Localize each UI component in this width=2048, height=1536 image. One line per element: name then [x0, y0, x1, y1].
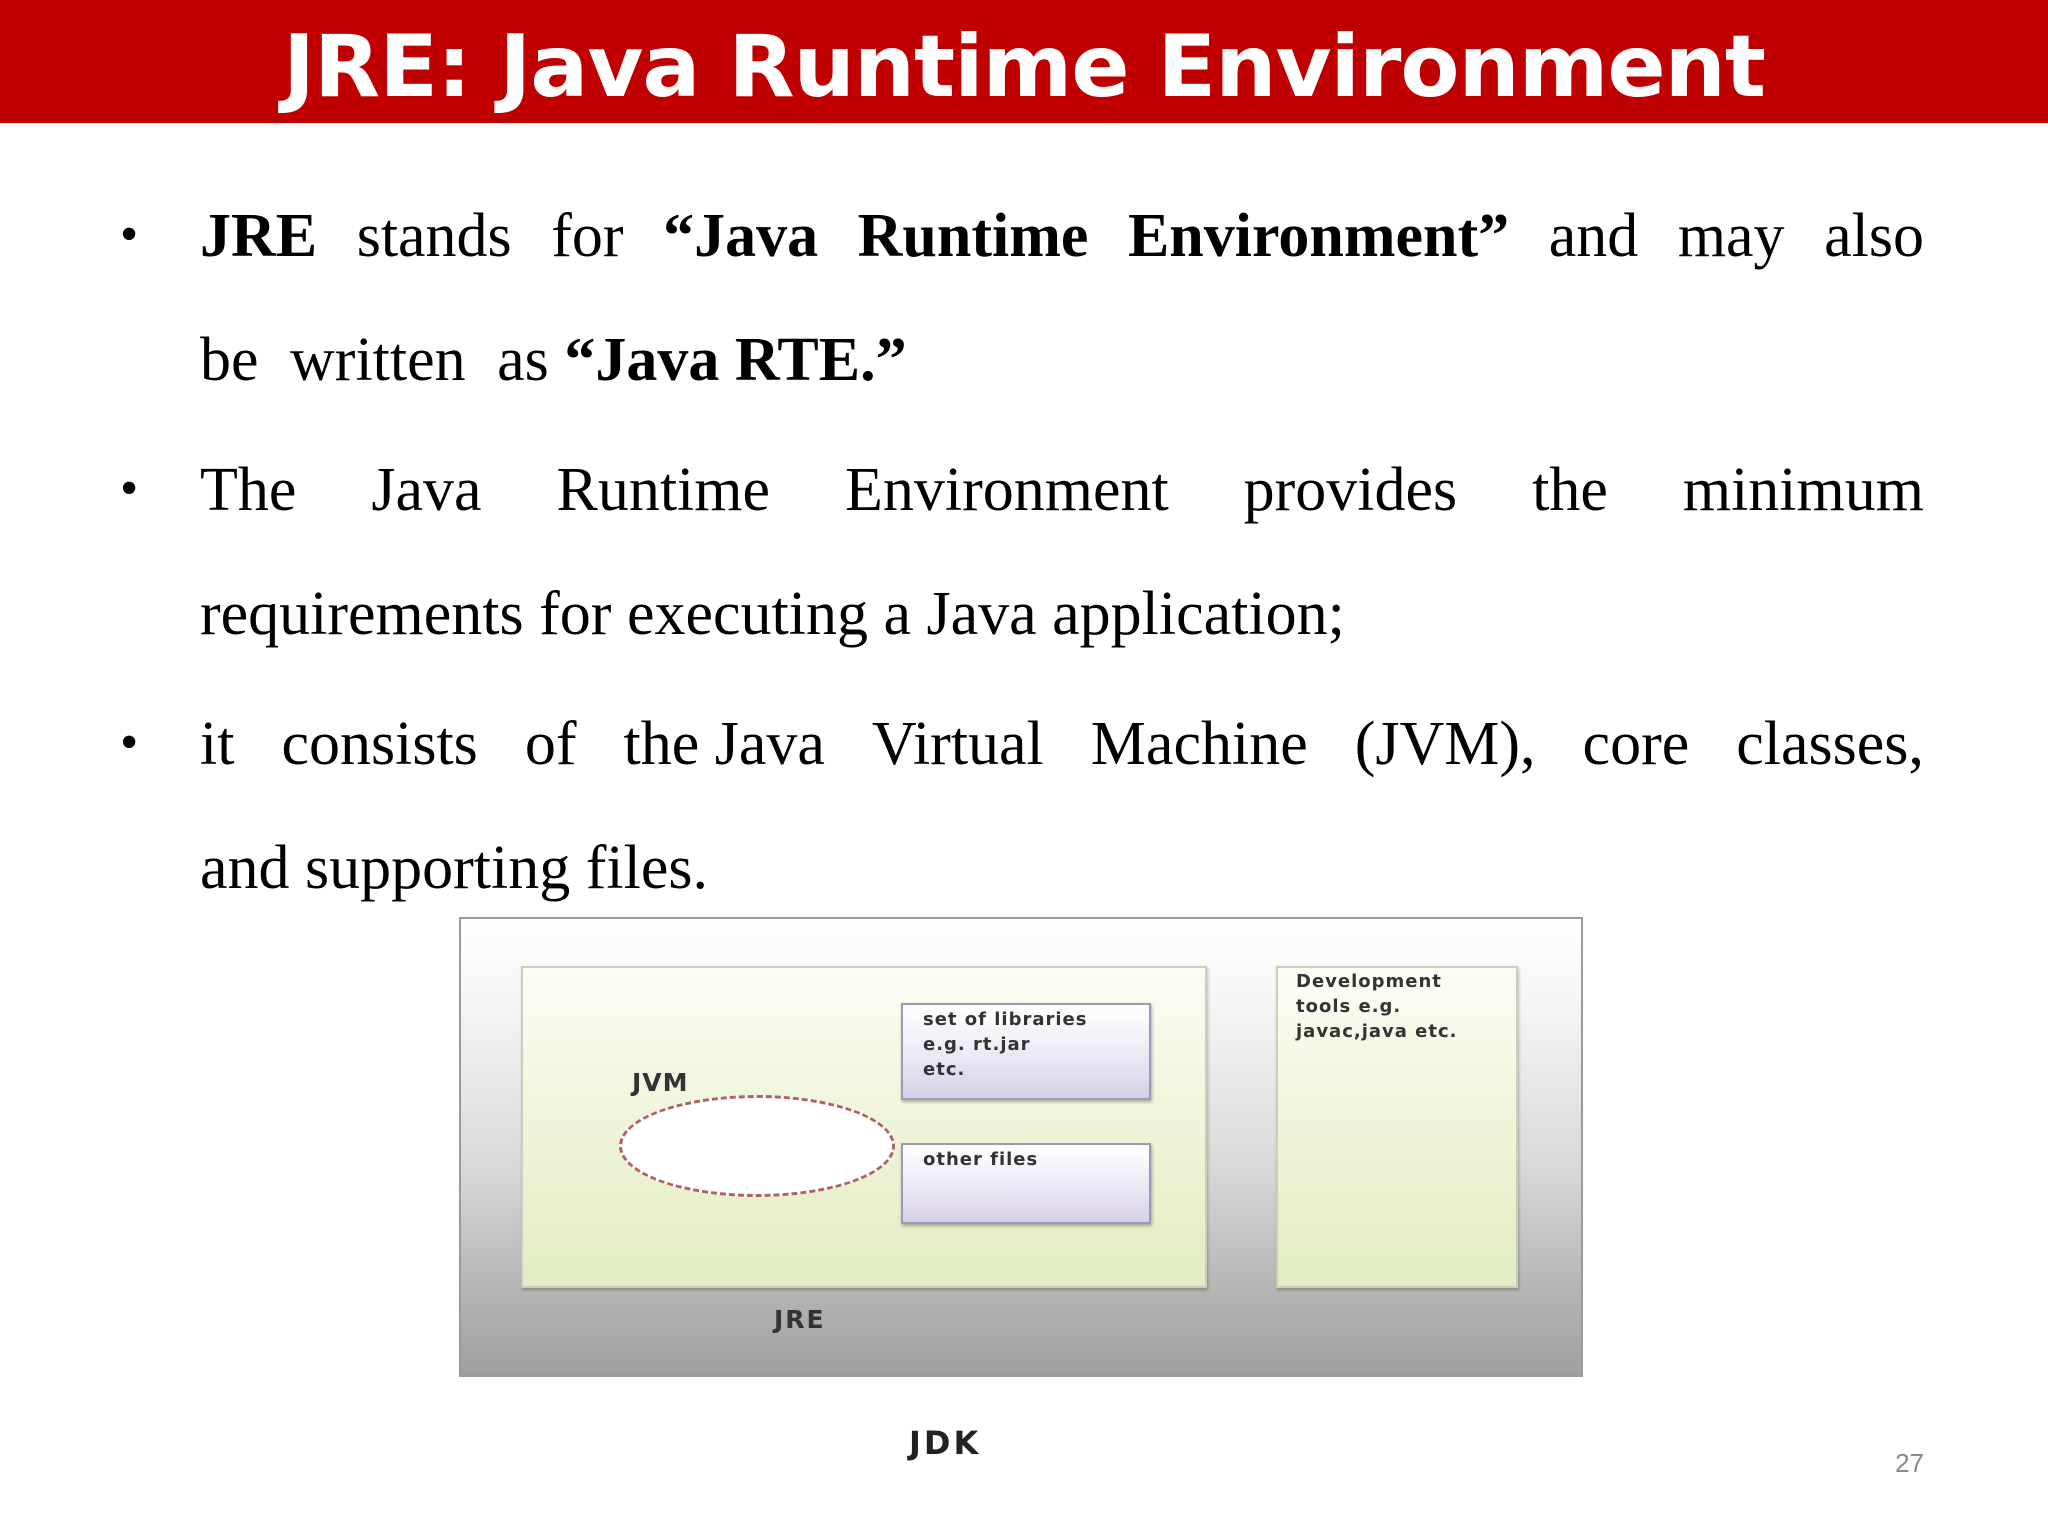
- bullet-word: (JVM),: [1354, 710, 1536, 778]
- bullet-word: Environment: [844, 456, 1169, 524]
- jvm-label: JVM: [632, 1068, 689, 1097]
- bullet-word: JRE: [200, 202, 318, 270]
- slide: JRE: Java Runtime Environment • JRE stan…: [0, 0, 2048, 1536]
- bullet-line: and supporting files.: [200, 806, 1924, 930]
- bullet-list: • JRE stands for “Java Runtime Environme…: [120, 174, 1924, 936]
- bullet-word: the: [1532, 456, 1608, 524]
- bullet-word: minimum: [1682, 456, 1924, 524]
- bullet-line: it consists of the Java Virtual Machine …: [200, 682, 1924, 806]
- page-number: 27: [1895, 1448, 1924, 1478]
- bullet-word: The: [200, 456, 297, 524]
- bullet-word: provides: [1243, 456, 1458, 524]
- jdk-label: JDK: [909, 1424, 982, 1462]
- bullet-word: “Java: [663, 202, 819, 270]
- bullet-word: written: [290, 326, 466, 394]
- bullet-line: The Java Runtime Environment provides th…: [200, 428, 1924, 552]
- bullet-word: and: [1548, 202, 1639, 270]
- bullet-line: JRE stands for “Java Runtime Environment…: [200, 174, 1924, 298]
- bullet-word: of: [524, 710, 577, 778]
- bullet-word: be: [200, 326, 259, 394]
- bullet-word: it: [200, 710, 235, 778]
- bullet-dot-icon: •: [120, 206, 139, 263]
- bullet-word: Runtime: [857, 202, 1089, 270]
- bullet-item: • JRE stands for “Java Runtime Environme…: [120, 174, 1924, 422]
- bullet-word: stands: [356, 202, 512, 270]
- bullet-line: be written as “Java RTE.”: [200, 298, 1924, 422]
- bullet-line: requirements for executing a Java applic…: [200, 552, 1924, 676]
- bullet-word: may: [1677, 202, 1785, 270]
- bullet-word: requirements for executing a Java applic…: [200, 580, 1345, 648]
- bullet-word: Environment”: [1127, 202, 1510, 270]
- jvm-ellipse: [619, 1095, 895, 1197]
- bullet-word: for: [551, 202, 624, 270]
- bullet-dot-icon: •: [120, 460, 139, 517]
- bullet-word: also: [1824, 202, 1924, 270]
- bullet-item: • The Java Runtime Environment provides …: [120, 428, 1924, 676]
- jre-label: JRE: [774, 1305, 826, 1334]
- bullet-word: Runtime: [556, 456, 771, 524]
- bullet-word: and supporting files.: [200, 834, 708, 902]
- bullet-word: core: [1582, 710, 1690, 778]
- bullet-dot-icon: •: [120, 714, 139, 771]
- bullet-word: Machine: [1090, 710, 1308, 778]
- libraries-label: set of libraries e.g. rt.jar etc.: [923, 1009, 1088, 1080]
- bullet-word: consists: [281, 710, 478, 778]
- dev-tools-label: Development tools e.g. javac,java etc.: [1296, 971, 1458, 1042]
- bullet-item: • it consists of the Java Virtual Machin…: [120, 682, 1924, 930]
- bullet-word: the Java: [623, 710, 825, 778]
- bullet-word: classes,: [1736, 710, 1924, 778]
- slide-title: JRE: Java Runtime Environment: [282, 17, 1766, 117]
- bullet-word: as: [497, 326, 549, 394]
- bullet-word: “Java RTE.”: [564, 326, 907, 394]
- other-files-label: other files: [923, 1149, 1039, 1170]
- bullet-word: Java: [371, 456, 482, 524]
- title-bar: JRE: Java Runtime Environment: [0, 0, 2048, 123]
- bullet-word: Virtual: [871, 710, 1044, 778]
